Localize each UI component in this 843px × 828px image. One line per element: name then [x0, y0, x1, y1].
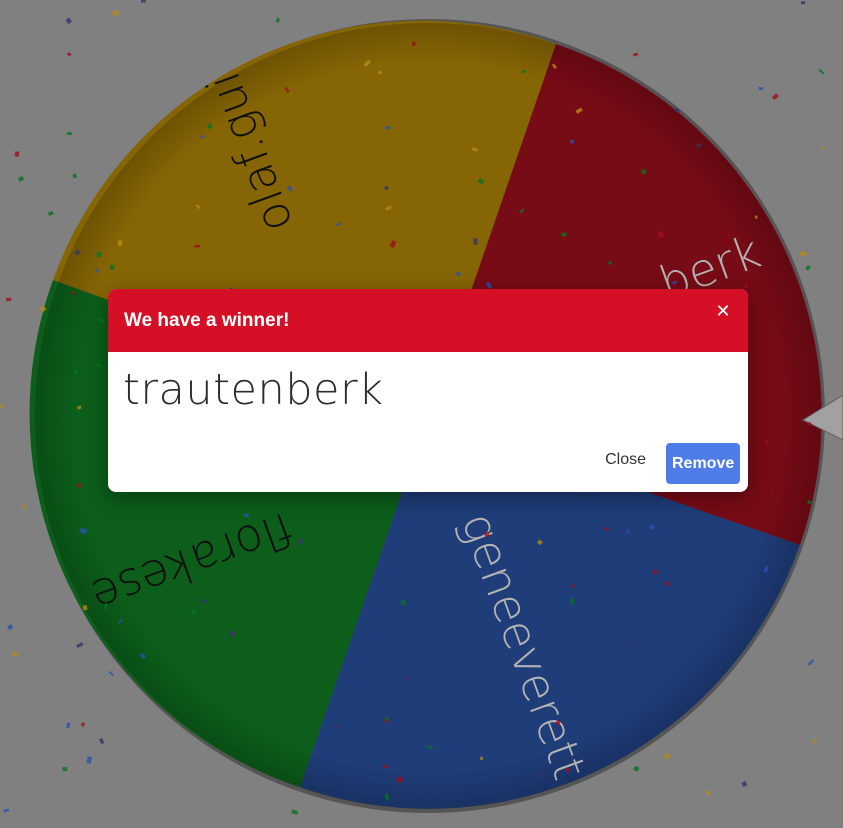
- dialog-title: We have a winner!: [124, 310, 290, 331]
- winner-dialog: We have a winner! ✕ trautenberk Close Re…: [108, 289, 748, 492]
- dialog-header: We have a winner! ✕: [108, 289, 748, 352]
- close-button[interactable]: Close: [605, 451, 646, 469]
- wheel-stage: olaf.gui berk geneeverett florakese We h…: [0, 0, 843, 828]
- winner-name: trautenberk: [123, 365, 384, 415]
- close-icon[interactable]: ✕: [712, 301, 734, 323]
- remove-button[interactable]: Remove: [666, 443, 740, 484]
